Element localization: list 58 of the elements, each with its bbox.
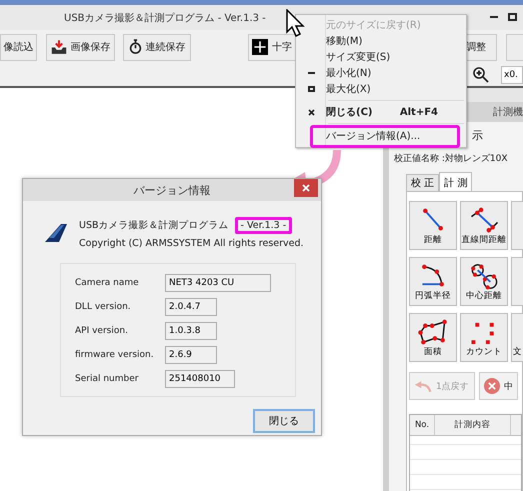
close-button[interactable]: 閉じる — [253, 409, 315, 433]
field-label: Camera name — [75, 278, 140, 288]
dialog-title: バージョン情報 — [134, 182, 210, 198]
tool-button[interactable]: 直線間距離 — [460, 201, 508, 250]
minimize-icon[interactable] — [490, 16, 498, 18]
toolbar-button[interactable] — [506, 34, 523, 60]
cursor-icon — [286, 9, 306, 37]
copyright-text: Copyright (C) ARMSSYSTEM All rights reserved. — [79, 238, 304, 249]
tab[interactable]: 校 正 — [406, 174, 440, 191]
column-header[interactable]: 計測内容 — [435, 415, 511, 435]
calibration-label: 校正値名称 :対物レンズ10X — [394, 152, 509, 165]
tool-button[interactable]: 中心距離 — [460, 257, 508, 306]
close-icon — [308, 108, 314, 116]
minimize-icon — [308, 72, 314, 74]
app-name: USBカメラ撮影＆計測プログラム — [79, 219, 229, 232]
field-label: firmware version. — [75, 350, 155, 360]
tool-button[interactable]: 文 — [511, 313, 523, 362]
stopwatch-icon — [128, 39, 142, 55]
maximize-icon — [308, 86, 314, 92]
version-label: - Ver.1.3 - — [234, 217, 292, 234]
tool-button[interactable]: 円弧半径 — [409, 257, 457, 306]
info-field[interactable]: 2.0.4.7 — [165, 298, 217, 316]
tool-button[interactable] — [511, 257, 523, 306]
zoom-in-icon[interactable] — [473, 67, 489, 83]
crosshair-icon — [252, 38, 268, 56]
close-icon — [302, 184, 310, 192]
line-distance-icon — [468, 207, 500, 234]
menu-item[interactable]: 最小化(N) — [296, 65, 466, 81]
maximize-icon[interactable] — [508, 13, 517, 21]
tray-icon — [50, 40, 66, 54]
undo-icon — [414, 380, 432, 392]
info-field[interactable]: 2.6.9 — [165, 346, 217, 364]
field-label: Serial number — [75, 374, 140, 384]
zoom-field[interactable]: x0. — [501, 66, 523, 84]
info-field[interactable]: NET3 4203 CU — [165, 274, 271, 292]
info-field[interactable]: 251408010 — [165, 370, 235, 388]
column-header[interactable]: No. — [410, 415, 435, 435]
menu-item[interactable]: 最大化(X) — [296, 81, 466, 97]
toolbar-button[interactable]: 像読込 — [0, 34, 37, 60]
polygon-icon — [417, 319, 449, 346]
toolbar-button[interactable]: 画像保存 — [46, 34, 115, 60]
field-label: API version. — [75, 326, 129, 336]
field-label: DLL version. — [75, 302, 132, 312]
cancel-icon — [484, 378, 500, 394]
circles-icon — [468, 263, 500, 290]
toolbar-button[interactable]: 連続保存 — [123, 34, 191, 60]
window-title: USBカメラ撮影＆計測プログラム - Ver.1.3 - — [64, 12, 266, 24]
section-label: 示 — [472, 128, 484, 143]
logo-icon — [45, 224, 67, 242]
tool-button[interactable]: 面積 — [409, 313, 457, 362]
tool-button[interactable]: 距離 — [409, 201, 457, 250]
cancel-button[interactable]: 中 — [479, 372, 518, 400]
toolbar-button[interactable]: 十字 — [248, 34, 296, 60]
tool-button[interactable]: カウント — [460, 313, 508, 362]
close-button[interactable] — [294, 179, 318, 197]
info-field[interactable]: 1.0.3.8 — [165, 322, 217, 340]
tool-button[interactable] — [511, 201, 523, 250]
tab[interactable]: 計 測 — [439, 172, 472, 191]
